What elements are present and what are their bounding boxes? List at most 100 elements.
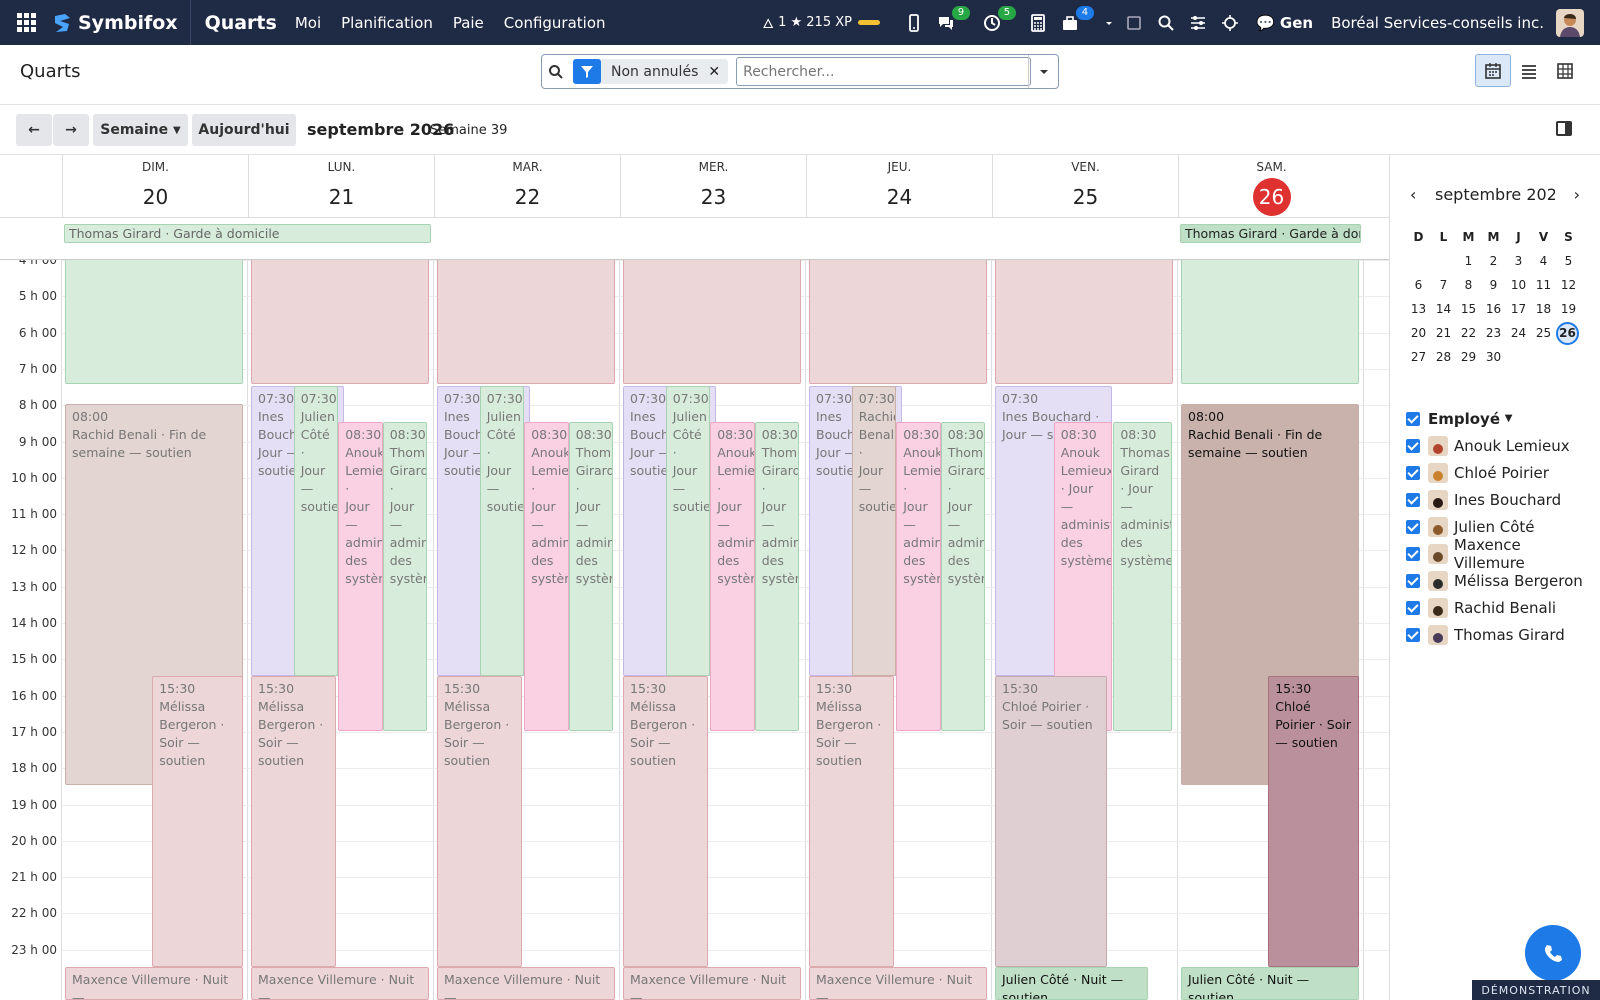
shift-event[interactable] <box>251 260 429 385</box>
mini-calendar-day[interactable]: 28 <box>1431 350 1456 364</box>
mini-calendar-day[interactable]: 20 <box>1406 326 1431 340</box>
dropdown-caret-icon[interactable] <box>1104 11 1114 35</box>
company-switcher[interactable]: Boréal Services-conseils inc. <box>1331 14 1544 32</box>
user-avatar[interactable] <box>1556 8 1584 37</box>
search-input[interactable] <box>736 57 1032 86</box>
mini-calendar-day[interactable]: 14 <box>1431 302 1456 316</box>
mini-calendar-day[interactable]: 6 <box>1406 278 1431 292</box>
employee-filter-item[interactable]: Chloé Poirier <box>1406 459 1596 486</box>
gamification-xp[interactable]: 🜂 1 ★ 215 XP <box>763 10 880 36</box>
scale-dropdown[interactable]: Semaine ▼ <box>93 114 188 146</box>
filter-header[interactable]: Employé ▼ <box>1406 405 1596 432</box>
shift-event[interactable]: 15:30 Chloé Poirier · Soir — soutien <box>1268 676 1359 967</box>
shift-event[interactable]: 07:30 Julien Côté · Jour — soutien <box>665 386 711 677</box>
mini-calendar-day[interactable]: 19 <box>1556 302 1581 316</box>
shift-event[interactable] <box>437 260 615 385</box>
all-day-event[interactable]: Thomas Girard · Garde à domicile <box>64 224 431 243</box>
mini-calendar-day[interactable]: 7 <box>1431 278 1456 292</box>
next-month-icon[interactable]: › <box>1574 185 1580 204</box>
mini-calendar-day[interactable]: 4 <box>1531 254 1556 268</box>
day-header[interactable]: LUN. 21 <box>248 155 434 217</box>
gen-ai-button[interactable]: 💬 Gen <box>1256 14 1313 32</box>
mini-calendar-day[interactable]: 26 <box>1556 321 1579 345</box>
next-button[interactable]: → <box>53 114 89 146</box>
side-panel-toggle-icon[interactable] <box>1556 121 1572 136</box>
remove-facet-icon[interactable]: ✕ <box>708 64 728 80</box>
shift-event[interactable]: 08:30 Thomas Girard · Jour — administrati… <box>754 422 800 731</box>
briefcase-icon[interactable]: 4 <box>1058 5 1094 35</box>
prev-month-icon[interactable]: ‹ <box>1410 185 1416 204</box>
mini-calendar-day[interactable]: 23 <box>1481 326 1506 340</box>
bug-icon[interactable] <box>1218 11 1242 35</box>
list-view-icon[interactable] <box>1511 54 1547 87</box>
shift-event[interactable]: 15:30 Mélissa Bergeron · Soir — soutien <box>251 676 337 967</box>
shift-event[interactable]: 15:30 Mélissa Bergeron · Soir — soutien <box>623 676 709 967</box>
employee-checkbox[interactable] <box>1406 600 1420 615</box>
shift-event[interactable]: 07:30 Rachid Benali · Jour — soutien <box>851 386 897 677</box>
shift-event[interactable]: Maxence Villemure · Nuit — <box>65 966 243 1000</box>
mini-calendar-day[interactable]: 30 <box>1481 350 1506 364</box>
pivot-view-icon[interactable] <box>1547 54 1583 87</box>
mini-calendar-day[interactable]: 1 <box>1456 254 1481 268</box>
filter-all-checkbox[interactable] <box>1406 411 1420 426</box>
mini-calendar-day[interactable]: 18 <box>1531 302 1556 316</box>
employee-filter-item[interactable]: Mélissa Bergeron <box>1406 567 1596 594</box>
search-options-caret-icon[interactable] <box>1028 55 1058 88</box>
employee-checkbox[interactable] <box>1406 465 1420 480</box>
mini-calendar-day[interactable]: 25 <box>1531 326 1556 340</box>
previous-button[interactable]: ← <box>16 114 52 146</box>
mini-calendar-day[interactable]: 22 <box>1456 326 1481 340</box>
call-button[interactable] <box>1525 925 1581 981</box>
day-header[interactable]: MAR. 22 <box>434 155 620 217</box>
employee-filter-item[interactable]: Maxence Villemure <box>1406 536 1596 572</box>
activity-clock-icon[interactable]: 5 <box>980 5 1016 35</box>
shift-event[interactable]: 15:30 Mélissa Bergeron · Soir — soutien <box>809 676 895 967</box>
shift-event[interactable]: Maxence Villemure · Nuit — <box>809 966 987 1000</box>
mini-calendar-day[interactable]: 29 <box>1456 350 1481 364</box>
shift-event[interactable]: 08:30 Thomas Girard · Jour — administrati… <box>382 422 428 731</box>
current-app-title[interactable]: Quarts <box>205 12 277 34</box>
mini-calendar-day[interactable]: 13 <box>1406 302 1431 316</box>
mini-calendar-day[interactable]: 11 <box>1531 278 1556 292</box>
shift-event[interactable]: Maxence Villemure · Nuit — <box>251 966 429 1000</box>
shift-event[interactable]: Maxence Villemure · Nuit — <box>437 966 615 1000</box>
mini-calendar-day[interactable]: 10 <box>1506 278 1531 292</box>
shift-event[interactable]: 07:30 Julien Côté · Jour — soutien <box>293 386 339 677</box>
employee-filter-item[interactable]: Ines Bouchard <box>1406 486 1596 513</box>
shift-event[interactable]: 15:30 Mélissa Bergeron · Soir — soutien <box>152 676 243 967</box>
mini-calendar-day[interactable]: 24 <box>1506 326 1531 340</box>
mini-calendar-day[interactable]: 21 <box>1431 326 1456 340</box>
shift-event[interactable] <box>995 260 1173 385</box>
employee-filter-item[interactable]: Anouk Lemieux <box>1406 432 1596 459</box>
menu-paie[interactable]: Paie <box>453 14 484 32</box>
employee-checkbox[interactable] <box>1406 573 1420 588</box>
shift-event[interactable]: Julien Côté · Nuit — soutien <box>1181 966 1359 1000</box>
mini-calendar-day[interactable]: 3 <box>1506 254 1531 268</box>
day-header[interactable]: JEU. 24 <box>806 155 992 217</box>
shift-event[interactable] <box>809 260 987 385</box>
calendar-view-icon[interactable] <box>1475 54 1511 87</box>
sliders-icon[interactable] <box>1186 11 1210 35</box>
menu-moi[interactable]: Moi <box>295 14 321 32</box>
all-day-event[interactable]: Thomas Girard · Garde à domicile <box>1180 224 1361 243</box>
employee-checkbox[interactable] <box>1406 627 1420 642</box>
shift-event[interactable]: 08:30 Anouk Lemieux · Jour — administrati… <box>338 422 383 731</box>
shift-event[interactable]: 08:30 Thomas Girard · Jour — administrati… <box>940 422 986 731</box>
app-menu-button[interactable] <box>0 0 52 45</box>
employee-filter-item[interactable]: Rachid Benali <box>1406 594 1596 621</box>
calculator-icon[interactable] <box>1026 11 1050 35</box>
day-header[interactable]: VEN. 25 <box>992 155 1178 217</box>
shift-event[interactable] <box>65 260 243 385</box>
employee-checkbox[interactable] <box>1406 492 1420 507</box>
today-button[interactable]: Aujourd'hui <box>192 114 296 146</box>
search-icon[interactable] <box>1154 11 1178 35</box>
shift-event[interactable]: 08:30 Anouk Lemieux · Jour — administrati… <box>710 422 755 731</box>
mini-calendar-day[interactable]: 27 <box>1406 350 1431 364</box>
menu-configuration[interactable]: Configuration <box>504 14 606 32</box>
day-header[interactable]: SAM. 26 <box>1178 155 1364 217</box>
shift-event[interactable] <box>623 260 801 385</box>
tablet-icon[interactable] <box>1122 11 1146 35</box>
mini-calendar-day[interactable]: 15 <box>1456 302 1481 316</box>
search-facet[interactable]: Non annulés ✕ <box>573 59 729 84</box>
shift-event[interactable]: 08:30 Thomas Girard · Jour — administrati… <box>1113 422 1173 731</box>
